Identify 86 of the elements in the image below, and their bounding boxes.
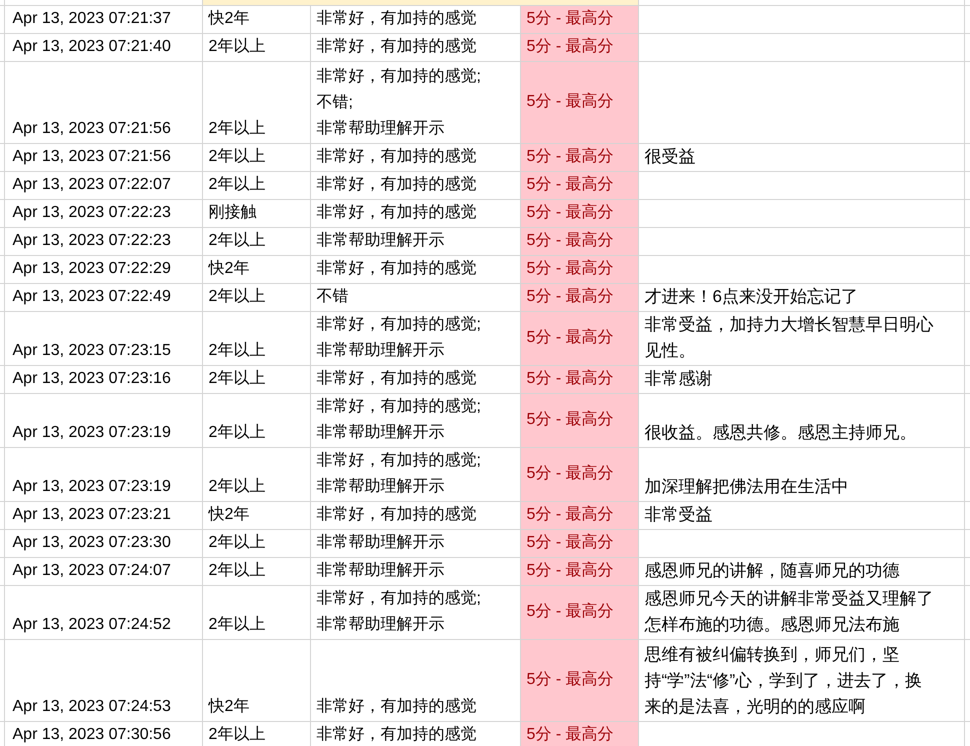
score-cell: 5分 - 最高分 <box>520 639 638 721</box>
table-cell-text: 加深理解把佛法用在生活中 <box>644 476 850 498</box>
table-cell: 2年以上 <box>208 616 266 632</box>
score-cell: 5分 - 最高分 <box>520 171 638 199</box>
score-cell: 5分 - 最高分 <box>520 529 638 557</box>
table-cell-text: 非常好，有加持的感觉 <box>316 724 478 744</box>
table-cell: Apr 13, 2023 07:24:52 <box>12 616 171 632</box>
score-cell: 5分 - 最高分 <box>520 61 638 143</box>
table-cell: Apr 13, 2023 07:23:15 <box>12 342 171 358</box>
score-cell: 5分 - 最高分 <box>520 199 638 227</box>
table-cell-text: 非常好，有加持的感觉; 非常帮助理解开示 <box>316 588 482 634</box>
score-cell: 5分 - 最高分 <box>520 255 638 283</box>
table-cell-text: 非常好，有加持的感觉 <box>316 36 478 56</box>
table-cell: 快2年 <box>208 506 250 522</box>
table-cell-text: 不错 <box>316 286 350 306</box>
score-cell: 5分 - 最高分 <box>520 365 638 393</box>
score-cell: 5分 - 最高分 <box>520 311 638 365</box>
table-cell-text: 非常好，有加持的感觉 <box>316 202 478 222</box>
table-cell: 2年以上 <box>208 478 266 494</box>
table-cell-text: 非常好，有加持的感觉 <box>316 504 478 524</box>
table-cell: 2年以上 <box>208 562 266 578</box>
table-cell: 2年以上 <box>208 342 266 358</box>
table-cell: 2年以上 <box>208 726 266 742</box>
table-cell: Apr 13, 2023 07:22:23 <box>12 204 171 220</box>
table-cell: Apr 13, 2023 07:23:30 <box>12 534 171 550</box>
score-cell: 5分 - 最高分 <box>520 33 638 61</box>
table-cell: Apr 13, 2023 07:23:16 <box>12 370 171 386</box>
table-cell-text: 非常受益，加持力大增长智慧早日明心见性。 <box>644 314 934 362</box>
table-cell-text: 非常好，有加持的感觉 <box>316 696 478 716</box>
table-cell-text: 非常帮助理解开示 <box>316 230 446 250</box>
table-cell-text: 非常好，有加持的感觉; 非常帮助理解开示 <box>316 396 482 442</box>
score-cell: 5分 - 最高分 <box>520 585 638 639</box>
table-cell-text: 非常好，有加持的感觉 <box>316 368 478 388</box>
table-cell: Apr 13, 2023 07:22:07 <box>12 176 171 192</box>
table-cell-text: 才进来！6点来没开始忘记了 <box>644 286 859 308</box>
table-cell: Apr 13, 2023 07:21:40 <box>12 38 171 54</box>
table-cell: 2年以上 <box>208 288 266 304</box>
table-cell: Apr 13, 2023 07:23:21 <box>12 506 171 522</box>
score-cell: 5分 - 最高分 <box>520 227 638 255</box>
table-cell: Apr 13, 2023 07:24:53 <box>12 698 171 714</box>
table-cell: 2年以上 <box>208 148 266 164</box>
score-cell: 5分 - 最高分 <box>520 5 638 33</box>
table-cell: 2年以上 <box>208 370 266 386</box>
table-cell: Apr 13, 2023 07:22:23 <box>12 232 171 248</box>
table-cell: Apr 13, 2023 07:23:19 <box>12 424 171 440</box>
table-cell: 2年以上 <box>208 120 266 136</box>
table-cell-text: 非常好，有加持的感觉; 不错; 非常帮助理解开示 <box>316 66 482 138</box>
table-cell: 2年以上 <box>208 424 266 440</box>
table-cell-text: 非常感谢 <box>644 368 714 390</box>
table-cell: 快2年 <box>208 260 250 276</box>
table-cell-text: 非常受益 <box>644 504 714 526</box>
table-cell: Apr 13, 2023 07:22:29 <box>12 260 171 276</box>
table-cell-text: 很受益 <box>644 146 697 168</box>
table-cell-text: 非常好，有加持的感觉; 非常帮助理解开示 <box>316 314 482 360</box>
table-cell-text: 感恩师兄今天的讲解非常受益又理解了怎样布施的功德。感恩师兄法布施 <box>644 588 934 636</box>
table-cell-text: 非常好，有加持的感觉 <box>316 174 478 194</box>
table-cell: Apr 13, 2023 07:21:37 <box>12 10 171 26</box>
table-cell-text: 很收益。感恩共修。感恩主持师兄。 <box>644 422 918 444</box>
score-cell: 5分 - 最高分 <box>520 557 638 585</box>
table-cell: 快2年 <box>208 698 250 714</box>
score-cell: 5分 - 最高分 <box>520 283 638 311</box>
score-cell: 5分 - 最高分 <box>520 501 638 529</box>
score-cell: 5分 - 最高分 <box>520 393 638 447</box>
table-cell-text: 非常帮助理解开示 <box>316 532 446 552</box>
table-cell: 刚接触 <box>208 204 256 220</box>
table-cell-text: 非常好，有加持的感觉 <box>316 8 478 28</box>
table-cell: 2年以上 <box>208 534 266 550</box>
table-cell-text: 非常好，有加持的感觉; 非常帮助理解开示 <box>316 450 482 496</box>
table-cell: 2年以上 <box>208 232 266 248</box>
score-cell: 5分 - 最高分 <box>520 143 638 171</box>
table-cell-text: 感恩师兄的讲解，随喜师兄的功德 <box>644 560 901 582</box>
table-cell: 2年以上 <box>208 176 266 192</box>
table-cell: 2年以上 <box>208 38 266 54</box>
table-cell: Apr 13, 2023 07:24:07 <box>12 562 171 578</box>
table-cell: Apr 13, 2023 07:23:19 <box>12 478 171 494</box>
table-cell: 快2年 <box>208 10 250 26</box>
table-cell: Apr 13, 2023 07:30:56 <box>12 726 171 742</box>
table-cell-text: 非常帮助理解开示 <box>316 560 446 580</box>
score-cell: 5分 - 最高分 <box>520 721 638 746</box>
table-cell: Apr 13, 2023 07:21:56 <box>12 148 171 164</box>
table-cell: Apr 13, 2023 07:21:56 <box>12 120 171 136</box>
table-cell-text: 思维有被纠偏转换到，师兄们，坚持“学”法“修”心，学到了，进去了，换来的是法喜，光明的的感应啊 <box>644 644 924 718</box>
table-cell: Apr 13, 2023 07:22:49 <box>12 288 171 304</box>
table-cell-text: 非常好，有加持的感觉 <box>316 146 478 166</box>
score-cell: 5分 - 最高分 <box>520 447 638 501</box>
table-cell-text: 非常好，有加持的感觉 <box>316 258 478 278</box>
